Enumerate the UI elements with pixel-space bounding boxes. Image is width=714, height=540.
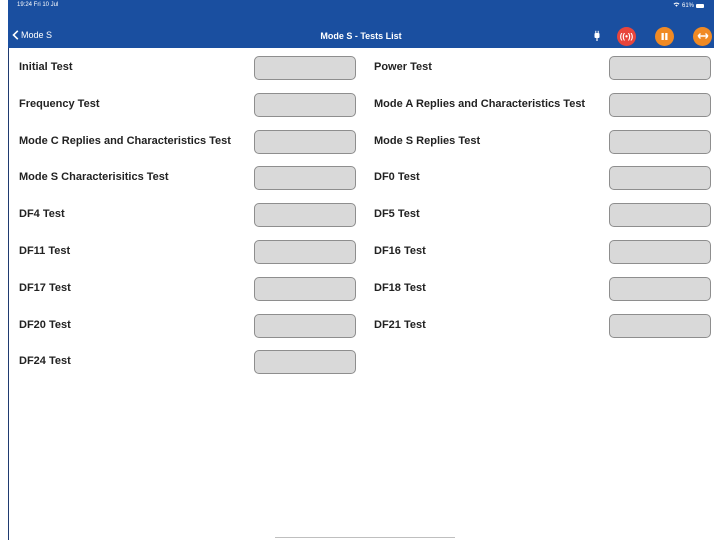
test-label: Mode C Replies and Characteristics Test <box>19 134 231 147</box>
test-label: DF18 Test <box>374 281 426 294</box>
test-result-box[interactable] <box>609 56 711 80</box>
test-result-box[interactable] <box>254 56 356 80</box>
test-label: DF16 Test <box>374 245 426 257</box>
test-label: DF17 Test <box>19 281 71 294</box>
test-result-box[interactable] <box>254 129 356 154</box>
test-label: DF24 Test <box>19 355 71 368</box>
test-result-box[interactable] <box>254 240 356 264</box>
test-result-box[interactable] <box>609 166 711 191</box>
test-result-box[interactable] <box>254 203 356 228</box>
status-indicators: 61% <box>673 2 704 9</box>
test-label: DF21 Test <box>374 318 426 331</box>
test-result-box[interactable] <box>254 92 356 117</box>
test-label: Mode A Replies and Characteristics Test <box>374 97 586 110</box>
test-label: Frequency Test <box>19 97 100 110</box>
test-result-box[interactable] <box>609 129 711 154</box>
test-label: DF0 Test <box>374 171 420 184</box>
test-result-box[interactable] <box>254 166 356 191</box>
swap-button[interactable] <box>693 26 712 46</box>
broadcast-button[interactable]: ((•)) <box>617 26 636 46</box>
test-label: Mode S Characterisitics Test <box>19 171 169 184</box>
test-label: Mode S Replies Test <box>374 134 481 147</box>
test-result-box[interactable] <box>609 240 711 264</box>
test-label: Power Test <box>374 61 432 73</box>
battery-percent: 61% <box>681 2 694 9</box>
test-result-box[interactable] <box>609 92 711 117</box>
test-label: Initial Test <box>19 61 73 73</box>
tests-list: Initial Test Frequency Test Mode C Replies… <box>9 48 714 540</box>
test-result-box[interactable] <box>609 203 711 228</box>
test-result-box[interactable] <box>254 313 356 338</box>
test-label: DF20 Test <box>19 318 71 331</box>
test-result-box[interactable] <box>254 276 356 301</box>
plug-icon <box>594 30 600 41</box>
pause-button[interactable] <box>655 26 674 46</box>
nav-actions: ((•)) <box>591 26 712 46</box>
pause-icon <box>661 32 668 40</box>
test-result-box[interactable] <box>609 276 711 301</box>
wifi-icon <box>673 2 680 9</box>
test-result-box[interactable] <box>609 313 711 338</box>
test-label: DF5 Test <box>374 208 420 221</box>
test-label: DF4 Test <box>19 208 65 221</box>
swap-icon <box>697 33 708 39</box>
navigation-bar: Mode S Mode S - Tests List ((•)) <box>8 24 714 48</box>
test-result-box[interactable] <box>254 350 356 375</box>
home-indicator[interactable] <box>275 537 455 538</box>
broadcast-icon: ((•)) <box>619 31 634 41</box>
test-label: DF11 Test <box>19 245 71 257</box>
battery-icon <box>696 3 704 8</box>
status-time: 19:24 Fri 10 Jul <box>17 2 59 8</box>
